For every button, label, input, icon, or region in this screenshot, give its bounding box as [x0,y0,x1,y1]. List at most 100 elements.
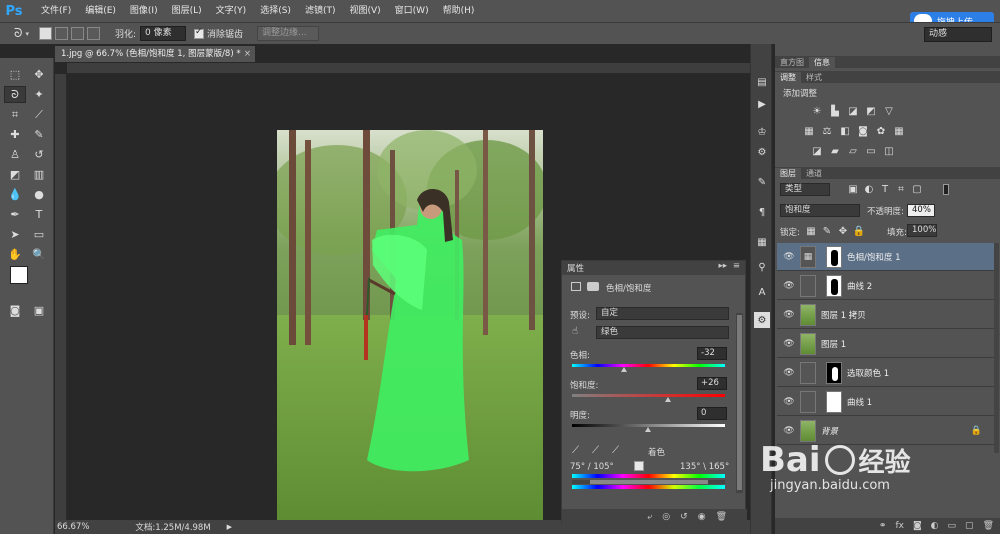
visibility-icon[interactable]: ◉ [698,512,706,522]
layer-filter-select[interactable]: 类型 [780,183,830,196]
move-tool-icon[interactable]: ✥ [28,66,50,83]
color-lookup-icon[interactable]: ▦ [893,126,905,137]
invert-icon[interactable]: ◪ [811,146,823,157]
magic-wand-tool-icon[interactable]: ✦ [28,86,50,103]
saturation-slider[interactable] [572,394,725,397]
tab-histogram[interactable]: 直方图 [775,57,809,68]
actions-icon[interactable]: ▶ [754,96,770,112]
brush-panel-icon[interactable]: ✎ [754,174,770,190]
properties-scrollbar[interactable] [736,313,743,493]
vibrance-icon[interactable]: ▽ [883,106,895,117]
layer-row[interactable]: 👁 选取颜色 1 [777,359,994,387]
posterize-icon[interactable]: ▰ [829,146,841,157]
layer-row[interactable]: 👁 曲线 2 [777,272,994,300]
photo-canvas[interactable] [277,130,543,522]
intersect-selection-button[interactable] [86,27,100,40]
menu-view[interactable]: 视图(V) [342,0,387,22]
photo-filter-icon[interactable]: ◙ [857,126,869,137]
properties-dock-icon[interactable]: ⚙ [754,312,770,328]
eyedropper-plus-icon[interactable]: ⟋ [592,445,599,456]
layers-scrollbar[interactable] [994,243,999,453]
channel-select[interactable]: 绿色 [596,326,729,339]
add-mask-icon[interactable]: ◙ [913,521,922,531]
tab-adjustments[interactable]: 调整 [775,72,801,83]
trash-icon[interactable]: 🗑 [983,521,994,531]
opacity-input[interactable]: 40% [907,204,935,217]
hand-tool-icon[interactable]: ✋ [4,246,26,263]
shape-tool-icon[interactable]: ▭ [28,226,50,243]
type-tool-icon[interactable]: T [28,206,50,223]
clip-icon[interactable]: ⤶ [647,512,652,522]
character-icon[interactable]: A [754,284,770,300]
menu-window[interactable]: 窗口(W) [388,0,436,22]
tool-presets-icon[interactable]: ♔ [754,124,770,140]
lasso-icon[interactable]: ᘐ [14,26,22,41]
screen-mode-icon[interactable]: ▣ [28,302,50,319]
panel-collapse-icon[interactable]: ▸▸ [718,261,727,271]
tab-channels[interactable]: 通道 [801,168,827,179]
history-brush-icon[interactable]: ↺ [28,146,50,163]
layer-row[interactable]: 👁 图层 1 [777,330,994,358]
hue-slider-thumb[interactable] [621,367,627,372]
hue-input[interactable]: -32 [697,347,727,360]
gradient-map-icon[interactable]: ▭ [865,146,877,157]
tab-styles[interactable]: 样式 [801,72,827,83]
filter-adjust-icon[interactable]: ◐ [863,184,875,195]
eye-icon[interactable]: 👁 [781,397,797,407]
saturation-input[interactable]: +26 [697,377,727,390]
preset-select[interactable]: 自定 [596,307,729,320]
new-layer-icon[interactable]: ▢ [965,521,974,531]
brightness-icon[interactable]: ☀ [811,106,823,117]
hand-adjust-icon[interactable]: ☝ [572,326,578,337]
layer-row[interactable]: 👁 图层 1 拷贝 [777,301,994,329]
new-group-icon[interactable]: ▭ [948,521,957,531]
refine-edge-button[interactable]: 调整边缘... [257,26,320,41]
play-icon[interactable]: ▶ [227,523,232,531]
blur-tool-icon[interactable]: 💧 [4,186,26,203]
exposure-icon[interactable]: ◩ [865,106,877,117]
path-select-icon[interactable]: ➤ [4,226,26,243]
lock-move-icon[interactable]: ✥ [837,226,849,237]
tab-layers[interactable]: 图层 [775,168,801,179]
history-icon[interactable]: ▤ [754,74,770,90]
range-slider[interactable] [572,480,725,484]
selective-color-icon[interactable]: ◫ [883,146,895,157]
colorize-checkbox[interactable] [634,461,644,471]
eyedropper-minus-icon[interactable]: ⟋ [612,445,619,456]
menu-help[interactable]: 帮助(H) [436,0,482,22]
threshold-icon[interactable]: ▱ [847,146,859,157]
saturation-slider-thumb[interactable] [665,397,671,402]
menu-file[interactable]: 文件(F) [34,0,78,22]
menu-edit[interactable]: 编辑(E) [78,0,123,22]
hue-sat-icon[interactable]: ▦ [803,126,815,137]
layer-mask-thumb[interactable] [826,245,842,268]
filter-toggle[interactable] [943,184,949,195]
eye-icon[interactable]: 👁 [781,252,797,262]
close-icon[interactable]: × [244,46,251,62]
eye-icon[interactable]: 👁 [781,339,797,349]
lock-paint-icon[interactable]: ✎ [821,226,833,237]
lightness-input[interactable]: 0 [697,407,727,420]
lightness-slider-thumb[interactable] [645,427,651,432]
eye-icon[interactable]: 👁 [781,368,797,378]
tab-info[interactable]: 信息 [809,57,835,68]
lasso-tool-icon[interactable]: ᘐ [4,86,26,103]
document-tab[interactable]: 1.jpg @ 66.7% (色相/饱和度 1, 图层蒙版/8) * × [55,46,255,62]
pen-tool-icon[interactable]: ✒ [4,206,26,223]
healing-tool-icon[interactable]: ✚ [4,126,26,143]
layer-style-icon[interactable]: fx [895,521,904,531]
menu-layer[interactable]: 图层(L) [165,0,209,22]
curves-icon[interactable]: ◪ [847,106,859,117]
gradient-tool-icon[interactable]: ▥ [28,166,50,183]
filter-smart-icon[interactable]: ▢ [911,184,923,195]
bw-icon[interactable]: ◧ [839,126,851,137]
marquee-tool-icon[interactable]: ⬚ [4,66,26,83]
filter-type-icon[interactable]: T [879,184,891,195]
foreground-color-swatch[interactable] [10,266,28,284]
panel-menu-icon[interactable]: ≡ [733,261,740,271]
stamp-tool-icon[interactable]: ♙ [4,146,26,163]
add-selection-button[interactable] [54,27,68,40]
paragraph-icon[interactable]: ¶ [754,204,770,220]
layer-mask-thumb[interactable] [826,390,842,413]
quick-mask-icon[interactable]: ◙ [4,302,26,319]
